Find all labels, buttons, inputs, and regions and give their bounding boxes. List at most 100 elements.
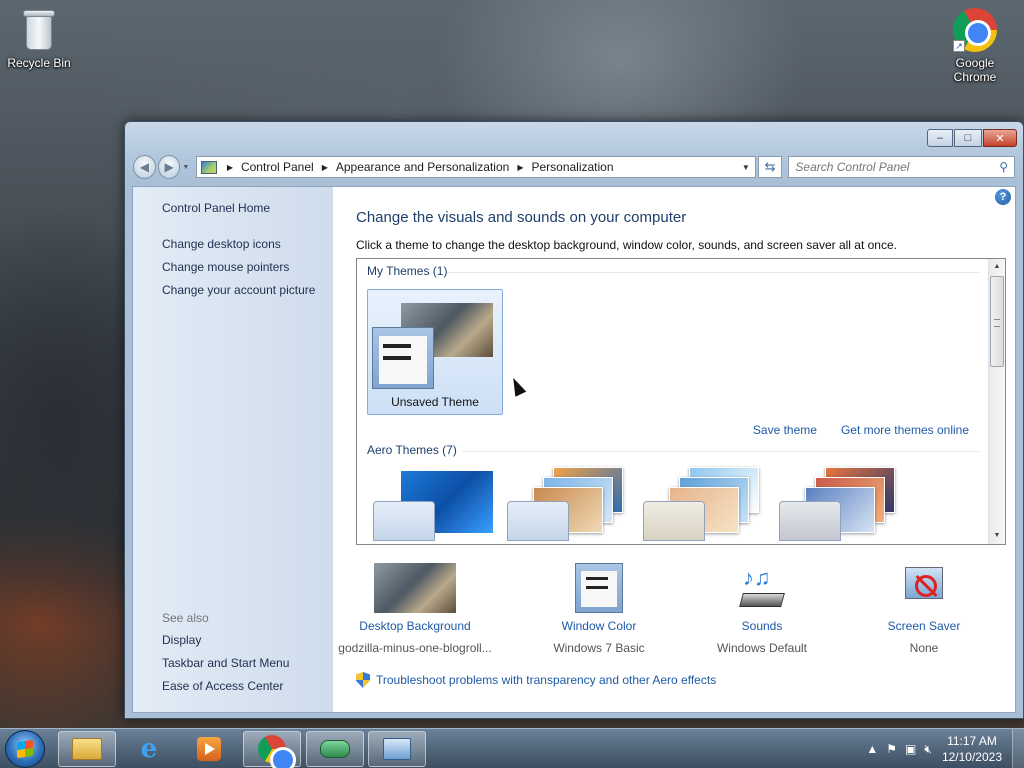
close-button[interactable]: ✕ <box>983 129 1017 147</box>
page-description: Click a theme to change the desktop back… <box>356 238 897 252</box>
taskbar-games-button[interactable] <box>306 731 364 767</box>
screen-saver-link[interactable]: Screen Saver <box>839 619 1009 633</box>
start-button[interactable] <box>5 730 45 768</box>
content-area: Control Panel Home Change desktop icons … <box>132 186 1016 713</box>
breadcrumb-separator-icon[interactable]: ▶ <box>517 163 523 172</box>
change-mouse-pointers-link[interactable]: Change mouse pointers <box>162 260 289 274</box>
clock[interactable]: 11:17 AM 12/10/2023 <box>942 733 1002 765</box>
change-desktop-icons-link[interactable]: Change desktop icons <box>162 237 281 251</box>
window-color-icon <box>575 563 623 613</box>
theme-list[interactable]: My Themes (1) Unsaved Theme Save theme G… <box>356 258 1006 545</box>
personalization-window: – □ ✕ ◀ ▶ ▼ ▶ Control Panel ▶ Appearance a… <box>124 121 1024 719</box>
aero-theme-characters[interactable] <box>643 467 767 541</box>
show-desktop-button[interactable] <box>1012 729 1024 768</box>
troubleshoot-label: Troubleshoot problems with transparency … <box>376 673 717 687</box>
help-icon[interactable]: ? <box>995 189 1011 205</box>
chrome-shortcut[interactable]: ↗ Google Chrome <box>940 8 1010 84</box>
maximize-button[interactable]: □ <box>954 129 982 147</box>
change-account-picture-link[interactable]: Change your account picture <box>162 283 315 297</box>
search-icon[interactable]: ⚲ <box>999 160 1008 174</box>
network-icon[interactable]: ▣ <box>905 742 916 756</box>
aero-theme-landscapes[interactable] <box>779 467 903 541</box>
left-pane: Control Panel Home Change desktop icons … <box>133 187 333 712</box>
taskbar-ie-button[interactable]: e <box>120 731 178 767</box>
scroll-thumb[interactable] <box>990 276 1004 367</box>
forward-button[interactable]: ▶ <box>157 155 181 179</box>
gamepad-icon <box>320 740 350 758</box>
sounds-value: Windows Default <box>716 641 808 655</box>
show-hidden-icons[interactable]: ▲ <box>866 742 878 756</box>
volume-muted-icon[interactable]: 🔇︎ <box>924 742 932 757</box>
theme-list-scrollbar[interactable]: ▲ ▼ <box>988 259 1005 544</box>
action-center-flag-icon[interactable]: ⚑ <box>886 742 897 756</box>
see-also-heading: See also <box>162 611 209 625</box>
aero-theme-architecture[interactable] <box>507 467 631 541</box>
desktop-background-setting[interactable]: Desktop Background godzilla-minus-one-bl… <box>330 563 500 655</box>
desktop-background-icon <box>374 563 456 613</box>
breadcrumb-separator-icon[interactable]: ▶ <box>227 163 233 172</box>
recycle-bin-label: Recycle Bin <box>7 56 71 70</box>
window-color-link[interactable]: Window Color <box>514 619 684 633</box>
recycle-bin-shortcut[interactable]: Recycle Bin <box>4 8 74 70</box>
clock-date: 12/10/2023 <box>941 750 1002 764</box>
internet-explorer-icon: e <box>140 734 158 764</box>
my-themes-heading: My Themes (1) <box>367 264 448 278</box>
taskbar-chrome-button[interactable] <box>243 731 301 768</box>
main-pane: ? Change the visuals and sounds on your … <box>333 187 1015 712</box>
breadcrumb-control-panel[interactable]: Control Panel <box>241 160 314 174</box>
address-dropdown-icon[interactable]: ▼ <box>737 163 755 172</box>
scroll-down-icon[interactable]: ▼ <box>989 528 1005 544</box>
taskbar-start-menu-link[interactable]: Taskbar and Start Menu <box>162 656 289 670</box>
unsaved-theme-tile[interactable]: Unsaved Theme <box>367 289 503 415</box>
taskbar-control-panel-button[interactable] <box>368 731 426 767</box>
group-divider <box>463 451 979 452</box>
taskbar: e ▲ ⚑ ▣ 🔇︎ 11:17 AM 12/10/2023 <box>0 728 1024 768</box>
address-bar[interactable]: ▶ Control Panel ▶ Appearance and Personali… <box>195 156 756 178</box>
window-color-value: Windows 7 Basic <box>553 641 645 655</box>
media-player-icon <box>197 737 221 761</box>
search-placeholder: Search Control Panel <box>795 160 910 174</box>
unsaved-theme-label: Unsaved Theme <box>391 395 479 409</box>
aero-themes-heading: Aero Themes (7) <box>367 443 457 457</box>
navigation-bar: ◀ ▶ ▼ ▶ Control Panel ▶ Appearance and Per… <box>133 155 1016 179</box>
window-color-setting[interactable]: Window Color Windows 7 Basic <box>514 563 684 655</box>
chrome-icon <box>258 735 296 768</box>
display-link[interactable]: Display <box>162 633 201 647</box>
sounds-setting[interactable]: ♪♫ Sounds Windows Default <box>677 563 847 655</box>
folder-icon <box>72 738 102 760</box>
refresh-button[interactable]: ⇆ <box>757 156 783 178</box>
recent-pages-icon[interactable]: ▼ <box>182 164 191 171</box>
system-tray: ▲ ⚑ ▣ 🔇︎ 11:17 AM 12/10/2023 <box>862 729 1024 768</box>
save-theme-link[interactable]: Save theme <box>753 423 817 437</box>
desktop-background-value: godzilla-minus-one-blogroll... <box>338 641 492 655</box>
search-input[interactable]: Search Control Panel ⚲ <box>788 156 1016 178</box>
ease-of-access-link[interactable]: Ease of Access Center <box>162 679 283 693</box>
taskbar-media-player-button[interactable] <box>180 731 238 767</box>
chrome-label: Google Chrome <box>953 56 997 84</box>
desktop-background-link[interactable]: Desktop Background <box>330 619 500 633</box>
sounds-link[interactable]: Sounds <box>677 619 847 633</box>
window-controls: – □ ✕ <box>927 129 1017 147</box>
breadcrumb-personalization[interactable]: Personalization <box>531 160 613 174</box>
troubleshoot-link[interactable]: Troubleshoot problems with transparency … <box>356 672 716 688</box>
screen-saver-setting[interactable]: Screen Saver None <box>839 563 1009 655</box>
breadcrumb-separator-icon[interactable]: ▶ <box>322 163 328 172</box>
get-more-themes-link[interactable]: Get more themes online <box>841 423 969 437</box>
sounds-icon: ♪♫ <box>737 563 787 613</box>
screen-saver-value: None <box>909 641 939 655</box>
page-title: Change the visuals and sounds on your co… <box>356 209 687 226</box>
scroll-up-icon[interactable]: ▲ <box>989 259 1005 275</box>
clock-time: 11:17 AM <box>947 734 997 748</box>
group-divider <box>447 272 979 273</box>
control-panel-taskbar-icon <box>383 738 411 760</box>
back-button[interactable]: ◀ <box>133 155 156 179</box>
chrome-icon: ↗ <box>953 8 997 52</box>
theme-window-preview <box>372 327 434 389</box>
control-panel-home-link[interactable]: Control Panel Home <box>162 201 270 215</box>
breadcrumb-appearance[interactable]: Appearance and Personalization <box>336 160 509 174</box>
screen-saver-icon <box>901 563 947 613</box>
shield-icon <box>356 672 370 688</box>
control-panel-icon <box>200 160 217 174</box>
taskbar-explorer-button[interactable] <box>58 731 116 767</box>
minimize-button[interactable]: – <box>927 129 953 147</box>
